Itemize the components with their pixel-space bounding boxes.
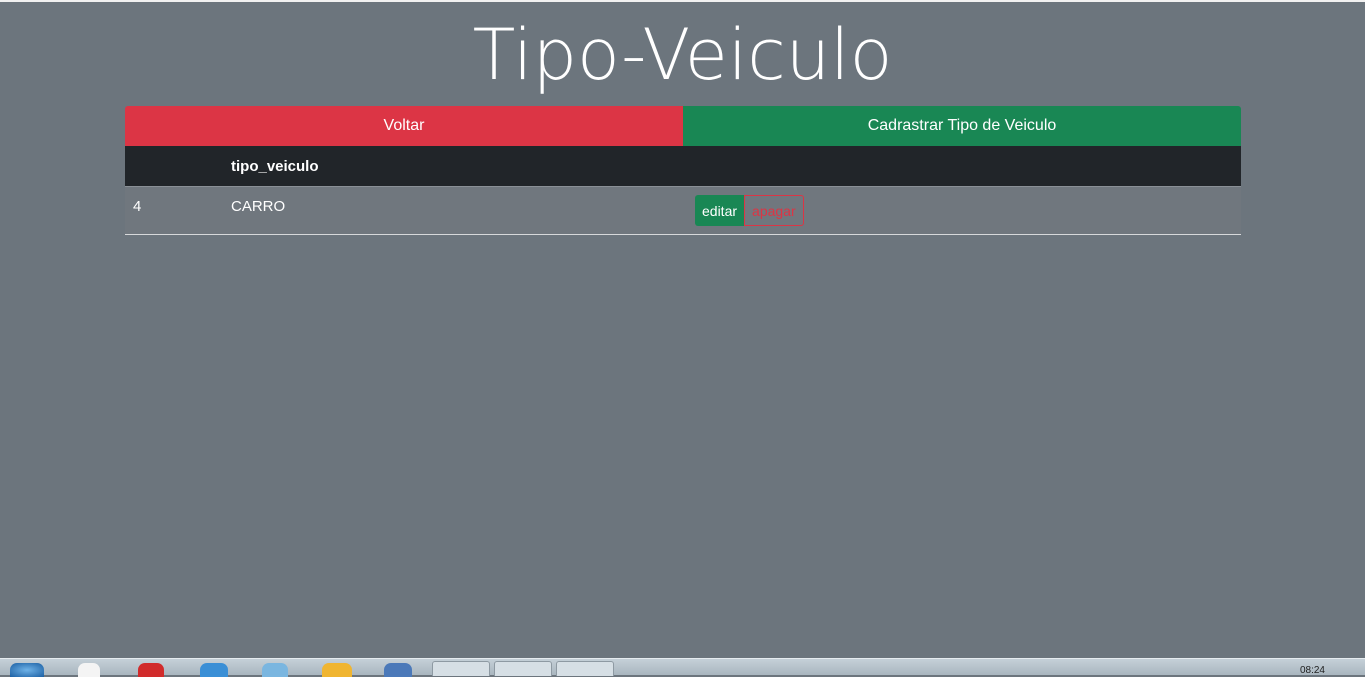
cell-id: 4 — [133, 198, 142, 215]
delete-button[interactable]: apagar — [744, 195, 804, 226]
table-header: tipo_veiculo — [125, 146, 1241, 187]
file-icon[interactable] — [78, 663, 100, 677]
cell-tipo-veiculo: CARRO — [231, 198, 286, 215]
ie-icon[interactable] — [200, 663, 228, 677]
window-top-border — [0, 0, 1365, 2]
vehicle-types-table: tipo_veiculo 4 CARRO editar apagar — [125, 146, 1241, 235]
register-vehicle-type-button[interactable]: Cadrastrar Tipo de Veiculo — [683, 106, 1241, 146]
table-row: 4 CARRO editar apagar — [125, 187, 1241, 235]
column-header-tipo-veiculo: tipo_veiculo — [231, 157, 319, 175]
explorer-icon[interactable] — [262, 663, 288, 677]
edit-button[interactable]: editar — [695, 195, 745, 226]
folder-icon[interactable] — [322, 663, 352, 677]
back-button[interactable]: Voltar — [125, 106, 683, 146]
cell-actions: editar apagar — [689, 195, 1241, 226]
os-taskbar: 08:24 — [0, 658, 1365, 677]
clock[interactable]: 08:24 — [1300, 665, 1325, 676]
page-title: Tipo-Veiculo — [472, 14, 893, 96]
app-icon[interactable] — [384, 663, 412, 677]
action-bar: Voltar Cadrastrar Tipo de Veiculo — [125, 106, 1241, 146]
start-button-icon[interactable] — [10, 663, 44, 677]
opera-icon[interactable] — [138, 663, 164, 677]
